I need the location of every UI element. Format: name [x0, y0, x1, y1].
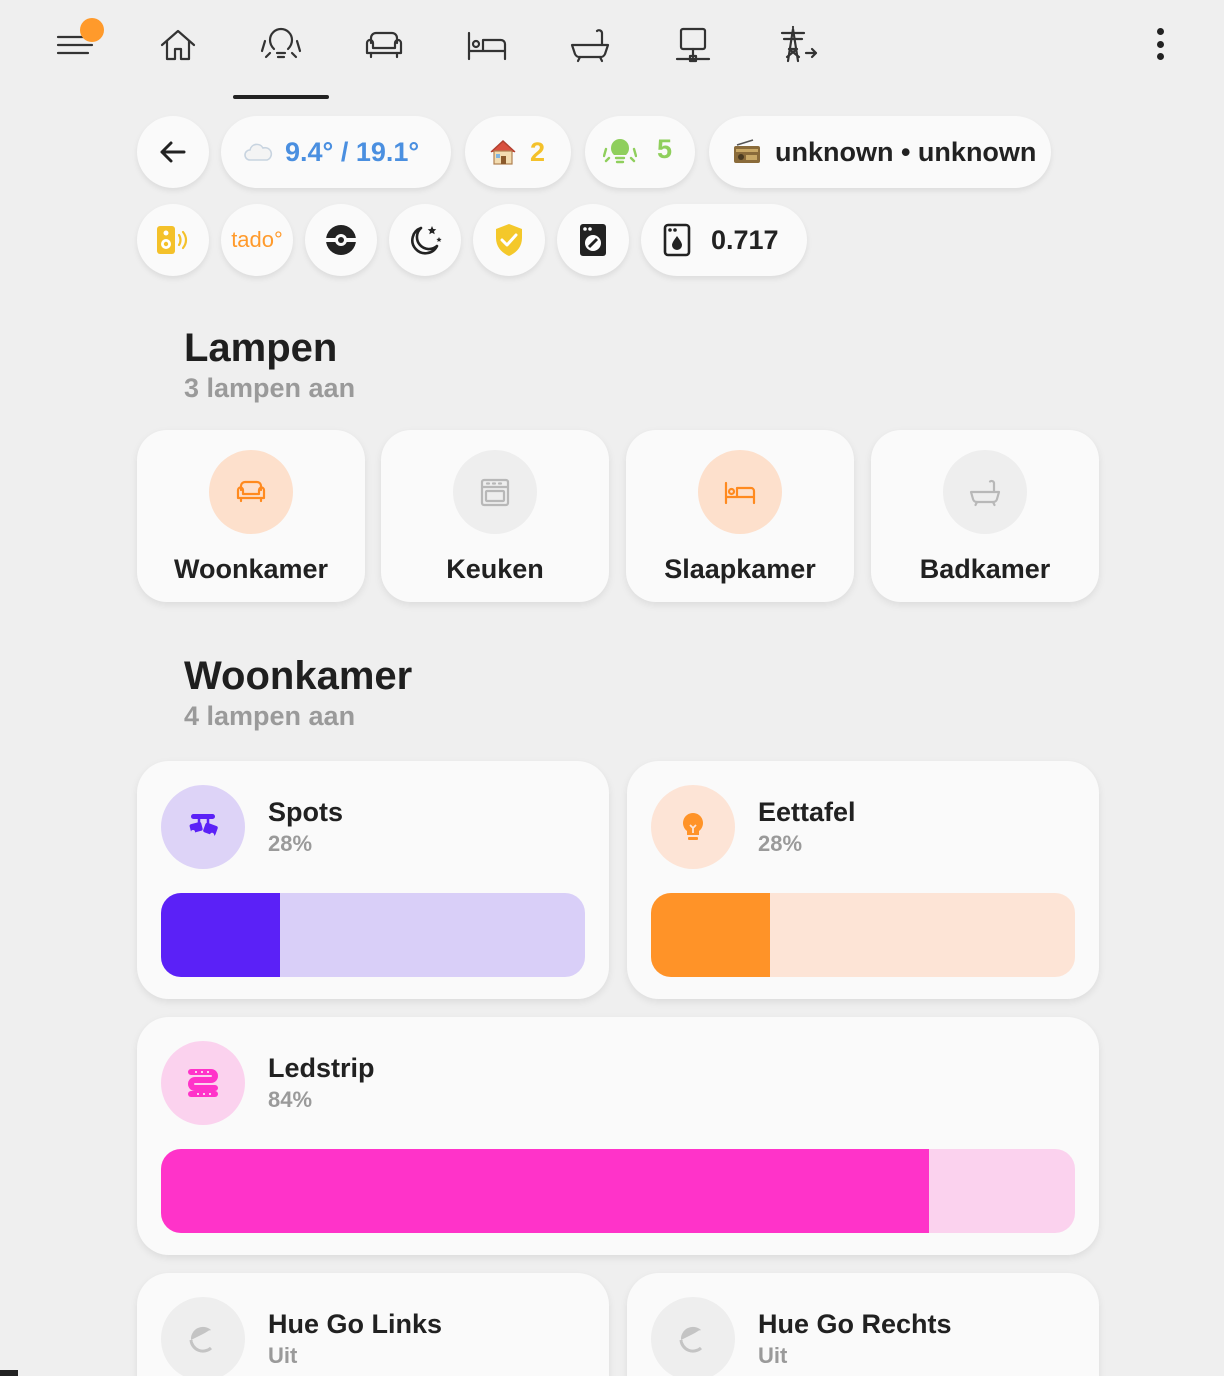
notification-badge — [80, 18, 104, 42]
light-name: Eettafel — [758, 797, 856, 827]
radio-icon — [734, 139, 760, 163]
woonkamer-title: Woonkamer — [184, 654, 413, 698]
room-card-slaapkamer[interactable]: Slaapkamer — [626, 430, 854, 602]
room-icon-circle — [209, 450, 293, 534]
room-card-keuken[interactable]: Keuken — [381, 430, 609, 602]
light-card-ledstrip[interactable]: Ledstrip 84% — [137, 1017, 1099, 1255]
hue-go-lamp-icon — [189, 1326, 213, 1353]
brightness-slider[interactable] — [161, 893, 585, 977]
light-card-spots[interactable]: Spots 28% — [137, 761, 609, 999]
shield-check-icon — [496, 224, 522, 256]
room-card-badkamer[interactable]: Badkamer — [871, 430, 1099, 602]
led-strip-icon — [188, 1069, 218, 1097]
network-icon[interactable] — [670, 22, 716, 68]
dryer-chip[interactable]: 0.717 — [641, 204, 807, 276]
ceiling-spots-icon — [189, 814, 218, 838]
brightness-fill — [161, 893, 280, 977]
light-value: Uit — [268, 1343, 298, 1368]
room-name: Slaapkamer — [664, 554, 816, 584]
lights-count: 5 — [657, 133, 673, 164]
light-value: 28% — [268, 831, 313, 856]
light-card-eettafel[interactable]: Eettafel 28% — [627, 761, 1099, 999]
tab-lights-icon[interactable] — [258, 22, 304, 68]
light-value: 84% — [268, 1087, 313, 1112]
brightness-slider[interactable] — [651, 893, 1075, 977]
transmission-tower-icon[interactable] — [773, 22, 819, 68]
stove-icon — [480, 478, 510, 507]
weather-text: 9.4° / 19.1° — [285, 136, 420, 167]
light-value: 28% — [758, 831, 803, 856]
more-options-icon[interactable] — [1146, 24, 1174, 64]
lampen-title: Lampen — [184, 326, 338, 370]
back-button[interactable] — [137, 116, 209, 188]
arrow-left-icon — [160, 141, 186, 163]
sensor-value: 0.717 — [711, 224, 779, 255]
brightness-fill — [651, 893, 770, 977]
woonkamer-subtitle: 4 lampen aan — [184, 701, 356, 731]
light-name: Spots — [268, 797, 344, 827]
brightness-slider[interactable] — [161, 1149, 1075, 1233]
dock-edge — [0, 1370, 18, 1376]
house-emoji-icon — [490, 140, 516, 165]
top-bar — [0, 0, 1224, 100]
brightness-fill — [161, 1149, 929, 1233]
sofa-icon — [236, 480, 266, 503]
light-icon-circle — [161, 785, 245, 869]
light-name: Ledstrip — [268, 1053, 375, 1083]
speaker-chip[interactable] — [137, 204, 209, 276]
light-icon-circle — [651, 1297, 735, 1376]
tumble-dryer-icon — [663, 223, 691, 257]
washing-machine-icon — [580, 224, 606, 256]
light-name: Hue Go Rechts — [758, 1309, 952, 1339]
light-icon-circle — [161, 1041, 245, 1125]
light-card-hue-go-rechts[interactable]: Hue Go Rechts Uit — [627, 1273, 1099, 1376]
lights-count-chip[interactable]: 5 — [585, 116, 695, 188]
robot-vacuum-icon — [326, 225, 356, 255]
room-icon-circle — [943, 450, 1027, 534]
night-mode-chip[interactable] — [389, 204, 461, 276]
room-icon-circle — [698, 450, 782, 534]
moon-stars-icon — [411, 226, 442, 255]
tado-logo: tado° — [231, 227, 283, 252]
lampen-subtitle: 3 lampen aan — [184, 373, 356, 403]
light-value: Uit — [758, 1343, 788, 1368]
light-icon-circle — [161, 1297, 245, 1376]
home-icon[interactable] — [155, 22, 201, 68]
room-name: Woonkamer — [173, 554, 329, 584]
room-card-woonkamer[interactable]: Woonkamer — [137, 430, 365, 602]
light-name: Hue Go Links — [268, 1309, 443, 1339]
active-tab-indicator — [233, 95, 329, 99]
home-count-chip[interactable]: 2 — [465, 116, 571, 188]
bed-icon — [724, 481, 756, 505]
room-icon-circle — [453, 450, 537, 534]
media-text: unknown • unknown — [775, 136, 1037, 167]
media-chip[interactable]: unknown • unknown — [709, 116, 1051, 188]
bathtub-icon[interactable] — [567, 22, 613, 68]
light-card-hue-go-links[interactable]: Hue Go Links Uit — [137, 1273, 609, 1376]
robot-vacuum-chip[interactable] — [305, 204, 377, 276]
lights-icon — [603, 139, 637, 164]
speaker-icon — [157, 226, 188, 254]
lightbulb-icon — [683, 813, 703, 840]
tado-chip[interactable]: tado° — [221, 204, 293, 276]
weather-chip[interactable]: 9.4° / 19.1° — [221, 116, 451, 188]
bathtub-icon — [969, 479, 1001, 507]
room-name: Badkamer — [919, 554, 1051, 584]
cloud-icon — [244, 143, 273, 161]
washing-machine-chip[interactable] — [557, 204, 629, 276]
sofa-icon[interactable] — [361, 22, 407, 68]
hue-go-lamp-icon — [679, 1326, 703, 1353]
home-count: 2 — [530, 136, 546, 167]
bed-icon[interactable] — [464, 22, 510, 68]
light-icon-circle — [651, 785, 735, 869]
security-chip[interactable] — [473, 204, 545, 276]
room-name: Keuken — [446, 554, 544, 584]
